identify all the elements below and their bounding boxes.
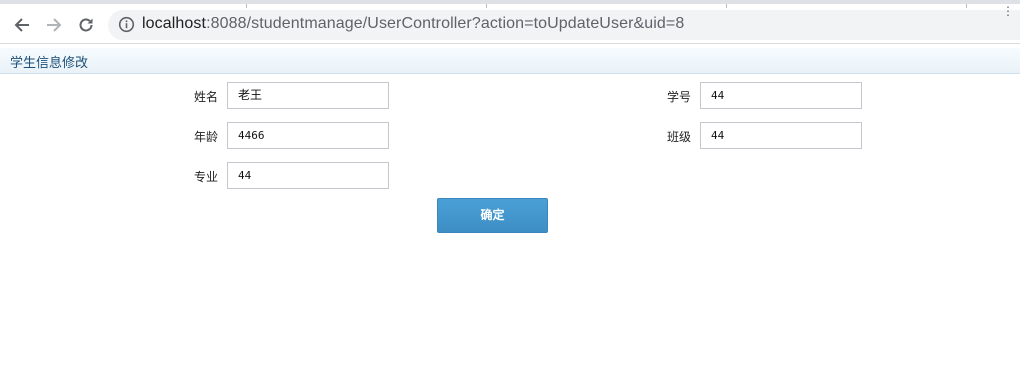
back-arrow-icon [14, 18, 29, 32]
name-input[interactable]: 老王 [227, 82, 389, 109]
forward-arrow-icon [47, 18, 62, 32]
major-label: 专业 [193, 170, 218, 184]
back-button[interactable] [8, 11, 36, 39]
page-header: 学生信息修改 [0, 48, 1020, 74]
reload-button[interactable] [72, 11, 100, 39]
class-input[interactable]: 44 [700, 122, 862, 149]
info-icon[interactable] [118, 16, 135, 33]
menu-icon[interactable]: ⋮ [1002, 4, 1014, 18]
page-title: 学生信息修改 [10, 56, 89, 71]
forward-button[interactable] [40, 11, 68, 39]
browser-toolbar: localhost:8088/studentmanage/UserControl… [0, 0, 1020, 44]
age-label: 年龄 [193, 130, 218, 144]
class-label: 班级 [666, 130, 691, 144]
student-id-label: 学号 [666, 90, 691, 104]
reload-icon [79, 18, 93, 32]
confirm-button[interactable]: 确定 [437, 198, 548, 233]
url-path: :8088/studentmanage/UserController?actio… [206, 15, 685, 32]
age-input[interactable]: 4466 [227, 122, 389, 149]
address-bar[interactable]: localhost:8088/studentmanage/UserControl… [108, 10, 1020, 40]
url-host: localhost [142, 15, 207, 32]
url-text[interactable]: localhost:8088/studentmanage/UserControl… [142, 15, 684, 33]
name-label: 姓名 [193, 90, 218, 104]
student-id-input[interactable]: 44 [700, 82, 862, 109]
major-input[interactable]: 44 [227, 162, 389, 189]
